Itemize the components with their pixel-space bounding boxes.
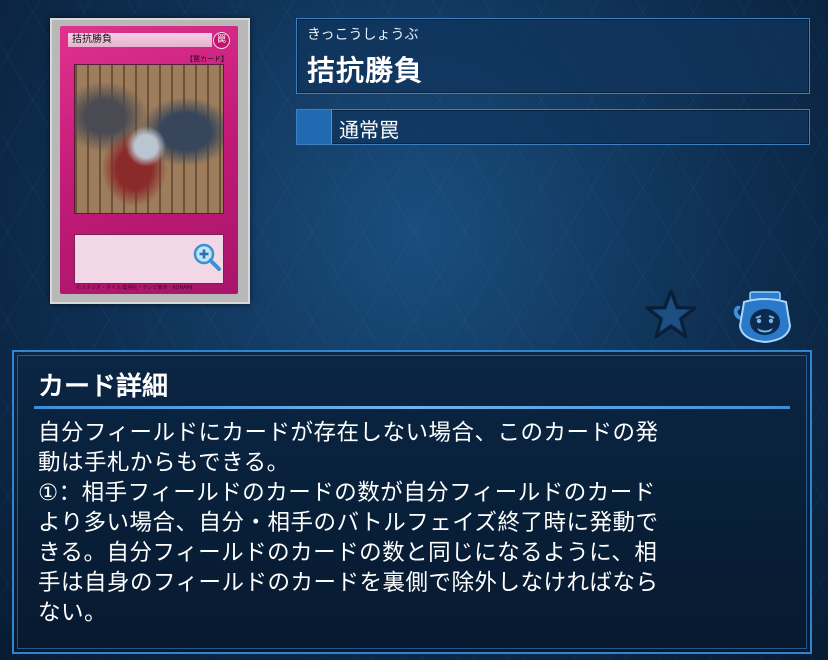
card-title: 拮抗勝負 xyxy=(307,54,424,87)
card-type-panel: 通常罠 xyxy=(296,109,810,145)
pot-of-greed-icon[interactable] xyxy=(730,286,800,346)
card-image[interactable]: 拮抗勝負 罠 【罠カード】 ©スタジオ・ダイス/集英社・テレビ東京・KONAMI xyxy=(50,18,250,304)
card-details-panel: カード詳細 自分フィールドにカードが存在しない場合、このカードの発 動は手札から… xyxy=(12,350,812,654)
type-color-block xyxy=(297,110,332,144)
attribute-icon: 罠 xyxy=(213,32,230,49)
details-heading: カード詳細 xyxy=(38,372,169,402)
card-furigana: きっこうしょうぶ xyxy=(307,27,419,43)
card-artwork xyxy=(74,64,224,214)
star-icon[interactable] xyxy=(644,288,698,342)
card-face: 拮抗勝負 罠 【罠カード】 ©スタジオ・ダイス/集英社・テレビ東京・KONAMI xyxy=(60,26,238,294)
details-divider xyxy=(34,406,790,409)
card-effect-text: 自分フィールドにカードが存在しない場合、このカードの発 動は手札からもできる。 … xyxy=(38,420,659,626)
card-face-name: 拮抗勝負 xyxy=(68,33,212,47)
card-name-panel: きっこうしょうぶ 拮抗勝負 xyxy=(296,18,810,94)
card-copyright: ©スタジオ・ダイス/集英社・テレビ東京・KONAMI xyxy=(76,285,193,291)
zoom-in-icon[interactable] xyxy=(192,242,222,272)
card-face-type: 【罠カード】 xyxy=(186,55,228,63)
card-type-label: 通常罠 xyxy=(339,118,399,142)
